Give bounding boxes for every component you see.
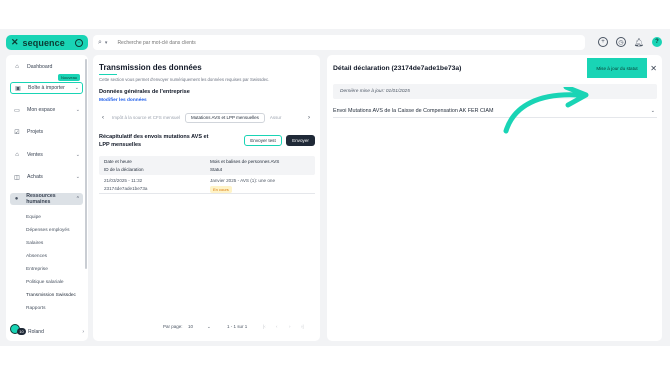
- sidebar-item-achats[interactable]: ◫ Achats ⌄: [10, 171, 83, 183]
- user-menu[interactable]: 10 Roland ›: [10, 322, 84, 336]
- chevron-left-icon[interactable]: ‹: [99, 115, 107, 121]
- last-update-banner: Dernière mise à jour: 01/01/2025: [333, 84, 657, 99]
- company-data-heading: Données générales de l'entreprise: [99, 89, 190, 95]
- sidebar-subitem-transmission[interactable]: Transmission Swissdec: [26, 293, 76, 298]
- plus-circle-icon[interactable]: +: [598, 37, 608, 47]
- status-badge: En cours: [210, 186, 232, 193]
- tab-mutations-avs[interactable]: Mutations AVS et LPP mensuelles: [185, 112, 265, 123]
- sidebar-item-label: Ventes: [27, 152, 43, 158]
- chevron-up-icon: ⌃: [75, 196, 80, 202]
- sidebar-item-dashboard[interactable]: ⌂ Dashboard: [10, 61, 83, 73]
- chevron-down-icon: ⌄: [75, 174, 80, 180]
- chevron-right-icon: ›: [82, 328, 84, 335]
- pagination: Par page: 10 ⌄ 1 - 1 sur 1 |‹ ‹ › ›|: [163, 324, 313, 332]
- accordion-label: Envoi Mutations AVS de la Caisse de Comp…: [333, 108, 494, 114]
- tab-impot-source[interactable]: Impôt à la source et CFS mensuel: [107, 113, 185, 123]
- sidebar-item-label: Dashboard: [27, 64, 53, 70]
- check-square-icon: ☑: [14, 129, 20, 136]
- tab-bar: ‹ Impôt à la source et CFS mensuel Mutat…: [99, 112, 313, 123]
- column-header-month: Mois et balises de personnes AVS: [210, 159, 280, 164]
- row-declaration-id: 23174de7ade1be73a: [104, 186, 148, 191]
- people-icon: ●: [14, 196, 19, 202]
- workspace-switch-icon[interactable]: ◦: [75, 38, 83, 47]
- title-underline: [99, 74, 117, 75]
- per-page-label: Par page:: [163, 324, 183, 329]
- user-name: Roland: [28, 328, 44, 335]
- chevron-down-icon: ⌄: [74, 85, 79, 91]
- sidebar-subitem-absences[interactable]: Absences: [26, 254, 47, 259]
- close-icon[interactable]: ✕: [650, 64, 657, 73]
- sidebar: ⌂ Dashboard Nouveau ▣ Boîte à importer ⌄…: [6, 55, 88, 341]
- next-page-icon[interactable]: ›: [289, 324, 291, 329]
- shop-icon: ⌂: [15, 152, 19, 158]
- page-title: Transmission des données: [99, 63, 202, 72]
- column-header-status: Statut: [210, 167, 223, 172]
- detail-panel: Détail déclaration (23174de7ade1be73a) M…: [327, 55, 662, 341]
- home-icon: ⌂: [15, 64, 19, 70]
- column-header-id: ID de la déclaration: [104, 167, 144, 172]
- prev-page-icon[interactable]: ‹: [276, 324, 278, 329]
- inbox-icon: ▣: [15, 85, 21, 92]
- wallet-icon: ▭: [14, 107, 20, 114]
- chevron-down-icon: ⌄: [75, 107, 80, 113]
- sidebar-subitem-entreprise[interactable]: Entreprise: [26, 267, 48, 272]
- new-badge: Nouveau: [58, 74, 81, 81]
- page-description: Cette section vous permet d'envoyer numé…: [99, 77, 270, 82]
- chevron-down-icon[interactable]: ⌄: [207, 324, 211, 330]
- column-header-date: Date et heure: [104, 159, 132, 164]
- sidebar-item-inbox[interactable]: ▣ Boîte à importer ⌄: [10, 82, 83, 94]
- per-page-select[interactable]: 10: [188, 324, 193, 329]
- row-datetime: 21/03/2025 - 11:32: [104, 178, 143, 183]
- logo-mark-icon: ✕: [11, 37, 19, 47]
- main-panel: Transmission des données Cette section v…: [93, 55, 320, 341]
- sidebar-item-ventes[interactable]: ⌂ Ventes ⌄: [10, 149, 83, 161]
- sidebar-item-mon-espace[interactable]: ▭ Mon espace ⌄: [10, 104, 83, 116]
- sidebar-item-label: Ressources humaines: [26, 193, 56, 205]
- brand-name: sequence: [22, 37, 65, 48]
- notification-count-badge: 10: [17, 328, 26, 335]
- brand-logo[interactable]: ✕ sequence ◦: [6, 35, 88, 50]
- sidebar-subitem-rapports[interactable]: Rapports: [26, 306, 45, 311]
- bell-icon[interactable]: 🔔︎: [634, 37, 644, 47]
- first-page-icon[interactable]: |‹: [263, 324, 266, 329]
- page-range: 1 - 1 sur 1: [227, 324, 248, 329]
- chevron-down-icon: ⌄: [75, 152, 80, 158]
- search-icon: ⌕: [98, 38, 102, 46]
- bag-icon: ◫: [14, 174, 20, 181]
- send-test-button[interactable]: Envoyer test: [244, 135, 282, 146]
- send-button[interactable]: Envoyer: [286, 135, 315, 146]
- sidebar-item-label: Achats: [27, 174, 43, 180]
- declarations-table: Date et heure ID de la déclaration Mois …: [99, 156, 315, 194]
- table-header: Date et heure ID de la déclaration Mois …: [99, 156, 315, 175]
- pointer-arrow-icon: [503, 87, 589, 134]
- sidebar-scrollbar[interactable]: [85, 59, 87, 269]
- detail-title: Détail déclaration (23174de7ade1be73a): [333, 65, 462, 72]
- app-shell: ✕ sequence ◦ ⌕ ▾ + ◷ 🔔︎ ? ⌂ Dashboard No…: [0, 29, 670, 346]
- sidebar-subitem-depenses[interactable]: Dépenses employés: [26, 228, 69, 233]
- sidebar-item-ressources-humaines[interactable]: ● Ressources humaines ⌃: [10, 193, 83, 205]
- accordion-item[interactable]: Envoi Mutations AVS de la Caisse de Comp…: [333, 108, 657, 118]
- sidebar-subitem-salaires[interactable]: Salaires: [26, 241, 43, 246]
- clock-icon[interactable]: ◷: [616, 37, 626, 47]
- user-avatar[interactable]: ?: [652, 37, 662, 47]
- sidebar-item-label: Mon espace: [27, 107, 56, 113]
- table-row[interactable]: 21/03/2025 - 11:32 23174de7ade1be73a Jan…: [99, 175, 315, 194]
- chevron-down-icon: ⌄: [650, 108, 655, 114]
- chevron-right-icon[interactable]: ›: [305, 115, 313, 121]
- search-scope-chevron-icon[interactable]: ▾: [105, 40, 108, 46]
- search-input[interactable]: [117, 39, 418, 46]
- edit-data-link[interactable]: Modifier les données: [99, 98, 147, 103]
- tab-assurance[interactable]: Assur: [265, 113, 287, 123]
- sidebar-subitem-equipe[interactable]: Equipe: [26, 215, 41, 220]
- top-icons: + ◷ 🔔︎ ?: [598, 37, 662, 47]
- sidebar-item-label: Projets: [27, 129, 44, 135]
- sidebar-item-label: Boîte à importer: [28, 85, 65, 91]
- last-page-icon[interactable]: ›|: [301, 324, 304, 329]
- sidebar-item-projets[interactable]: ☑ Projets: [10, 126, 83, 138]
- row-month: Janvier 2025 - AVS (1): une one: [210, 178, 276, 183]
- section-title: Récapitulatif des envois mutations AVS e…: [99, 134, 209, 148]
- search-bar[interactable]: ⌕ ▾: [93, 35, 585, 50]
- sidebar-subitem-politique[interactable]: Politique salariale: [26, 280, 64, 285]
- update-status-button[interactable]: Mise à jour du statut: [587, 58, 647, 78]
